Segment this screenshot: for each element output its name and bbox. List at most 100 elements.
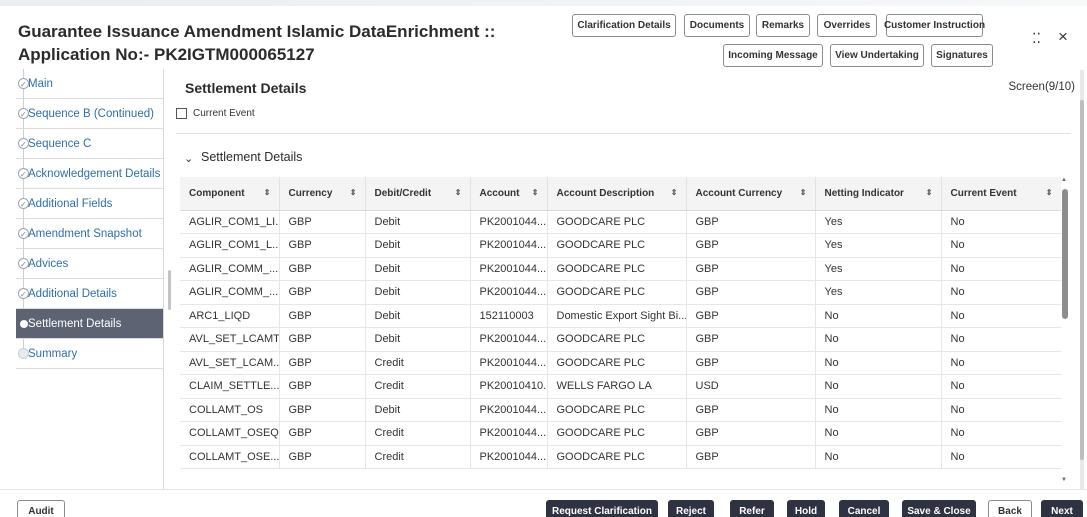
clarification-details-button[interactable]: Clarification Details (572, 14, 676, 37)
cell-netting-indicator: No (815, 445, 942, 469)
back-button[interactable]: Back (988, 500, 1032, 517)
current-step-icon (20, 320, 28, 328)
table-row[interactable]: AVL_SET_LCAM... GBP Credit PK2001044... GOOD… (180, 351, 1061, 375)
scroll-down-icon[interactable]: ▼ (1061, 477, 1067, 483)
request-clarification-button[interactable]: Request Clarification (546, 500, 658, 517)
remarks-button[interactable]: Remarks (756, 14, 810, 37)
header: Guarantee Issuance Amendment Islamic Dat… (0, 6, 1087, 68)
cell-account-description: GOODCARE PLC (547, 327, 687, 352)
column-header-current-event[interactable]: Current Event ⇕ (941, 177, 1061, 211)
cell-account-description: GOODCARE PLC (547, 210, 687, 234)
audit-button[interactable]: Audit (17, 500, 65, 517)
scrollbar-thumb[interactable] (1062, 189, 1068, 319)
table-scrollbar[interactable]: ▲ ▼ (1061, 177, 1070, 483)
table-row[interactable]: AGLIR_COM1_L... GBP Debit PK2001044... GOODC… (180, 233, 1061, 258)
table-row[interactable]: COLLAMT_OSEQ GBP Credit PK2001044... GOODCAR… (180, 421, 1061, 446)
restore-icon[interactable]: ⁚⁚ (1032, 30, 1041, 47)
sort-icon[interactable]: ⇕ (671, 188, 678, 197)
hold-button[interactable]: Hold (787, 500, 825, 517)
sidebar-item-label: Advices (28, 257, 69, 270)
cell-current-event: No (941, 210, 1061, 234)
check-icon: ✓ (20, 80, 27, 89)
sidebar-item-settlement-details[interactable]: Settlement Details (16, 309, 163, 339)
table-row[interactable]: ARC1_LIQD GBP Debit 152110003 Domestic Expor… (180, 304, 1061, 328)
sidebar-scrollbar[interactable] (168, 270, 171, 310)
cell-account-currency: GBP (686, 351, 816, 375)
sidebar-item-additional-fields[interactable]: ✓ Additional Fields (16, 189, 163, 219)
check-icon: ✓ (20, 290, 27, 299)
cell-netting-indicator: No (815, 304, 942, 328)
close-icon[interactable]: × (1058, 27, 1068, 47)
page-scrollbar[interactable] (1080, 70, 1084, 490)
check-icon: ✓ (20, 230, 27, 239)
next-button[interactable]: Next (1041, 500, 1083, 517)
sort-icon[interactable]: ⇕ (1046, 188, 1053, 197)
documents-button[interactable]: Documents (684, 14, 750, 37)
cell-currency: GBP (279, 210, 366, 234)
cell-account: PK2001044... (470, 445, 548, 469)
table-row[interactable]: AGLIR_COM1_LI... GBP Debit PK2001044... GOOD… (180, 210, 1061, 234)
sort-icon[interactable]: ⇕ (532, 188, 539, 197)
cell-component: COLLAMT_OSEQ (180, 421, 280, 446)
column-header-currency[interactable]: Currency ⇕ (279, 177, 366, 211)
cancel-button[interactable]: Cancel (839, 500, 889, 517)
column-header-label: Component (189, 187, 245, 199)
table-row[interactable]: AVL_SET_LCAMT GBP Debit PK2001044... GOODCAR… (180, 327, 1061, 352)
chevron-down-icon[interactable]: ⌄ (184, 152, 193, 165)
column-header-label: Account Currency (695, 187, 783, 199)
cell-current-event: No (941, 351, 1061, 375)
save-close-button[interactable]: Save & Close (902, 500, 976, 517)
column-header-account-currency[interactable]: Account Currency ⇕ (686, 177, 816, 211)
sort-icon[interactable]: ⇕ (264, 188, 271, 197)
column-header-component[interactable]: Component ⇕ (180, 177, 280, 211)
customer-instruction-button[interactable]: Customer Instruction (884, 14, 985, 37)
sidebar-item-summary[interactable]: Summary (16, 339, 163, 369)
table-row[interactable]: AGLIR_COMM_... GBP Debit PK2001044... GOODCA… (180, 257, 1061, 281)
column-header-label: Account (479, 187, 520, 199)
table-row[interactable]: COLLAMT_OSE... GBP Credit PK2001044... GOODC… (180, 445, 1061, 469)
sidebar-item-acknowledgement-details[interactable]: ✓ Acknowledgement Details (16, 159, 163, 189)
cell-account-currency: GBP (686, 398, 816, 422)
sort-icon[interactable]: ⇕ (800, 188, 807, 197)
reject-button[interactable]: Reject (668, 500, 714, 517)
cell-current-event: No (941, 280, 1061, 305)
current-event-checkbox[interactable] (176, 108, 187, 119)
cell-netting-indicator: Yes (815, 257, 942, 281)
column-header-account-description[interactable]: Account Description ⇕ (547, 177, 687, 211)
sort-icon[interactable]: ⇕ (350, 188, 357, 197)
cell-currency: GBP (279, 398, 366, 422)
check-icon: ✓ (20, 200, 27, 209)
cell-currency: GBP (279, 280, 366, 305)
cell-account-description: GOODCARE PLC (547, 398, 687, 422)
check-icon: ✓ (20, 140, 27, 149)
refer-button[interactable]: Refer (730, 500, 774, 517)
sidebar-item-sequence-c[interactable]: ✓ Sequence C (16, 129, 163, 159)
sidebar-item-amendment-snapshot[interactable]: ✓ Amendment Snapshot (16, 219, 163, 249)
view-undertaking-button[interactable]: View Undertaking (830, 44, 924, 67)
sidebar-item-advices[interactable]: ✓ Advices (16, 249, 163, 279)
table-row[interactable]: COLLAMT_OS GBP Debit PK2001044... GOODCARE P… (180, 398, 1061, 422)
column-header-debit-credit[interactable]: Debit/Credit ⇕ (365, 177, 471, 211)
signatures-button[interactable]: Signatures (931, 44, 993, 67)
settlement-table: Component ⇕ Currency ⇕ Debit/Credit ⇕ Accou… (180, 177, 1061, 483)
sort-icon[interactable]: ⇕ (926, 188, 933, 197)
footer: Audit Request Clarification Reject Refer… (0, 489, 1087, 517)
overrides-button[interactable]: Overrides (817, 14, 877, 37)
cell-debit-credit: Debit (365, 257, 471, 281)
sidebar-item-sequence-b-continued[interactable]: ✓ Sequence B (Continued) (16, 99, 163, 129)
column-header-netting-indicator[interactable]: Netting Indicator ⇕ (815, 177, 942, 211)
settlement-section-title[interactable]: Settlement Details (201, 150, 302, 164)
table-row[interactable]: CLAIM_SETTLE... GBP Credit PK20010410... WEL… (180, 374, 1061, 399)
sidebar-item-main[interactable]: ✓ Main (16, 69, 163, 99)
cell-current-event: No (941, 445, 1061, 469)
cell-current-event: No (941, 304, 1061, 328)
sort-icon[interactable]: ⇕ (455, 188, 462, 197)
incoming-message-button[interactable]: Incoming Message (723, 44, 823, 67)
cell-current-event: No (941, 374, 1061, 399)
scroll-up-icon[interactable]: ▲ (1061, 177, 1067, 183)
table-row[interactable]: AGLIR_COMM_... GBP Debit PK2001044... GOODCA… (180, 280, 1061, 305)
sidebar-item-additional-details[interactable]: ✓ Additional Details (16, 279, 163, 309)
page-scrollbar-thumb[interactable] (1080, 100, 1084, 460)
cell-debit-credit: Credit (365, 351, 471, 375)
column-header-account[interactable]: Account ⇕ (470, 177, 548, 211)
